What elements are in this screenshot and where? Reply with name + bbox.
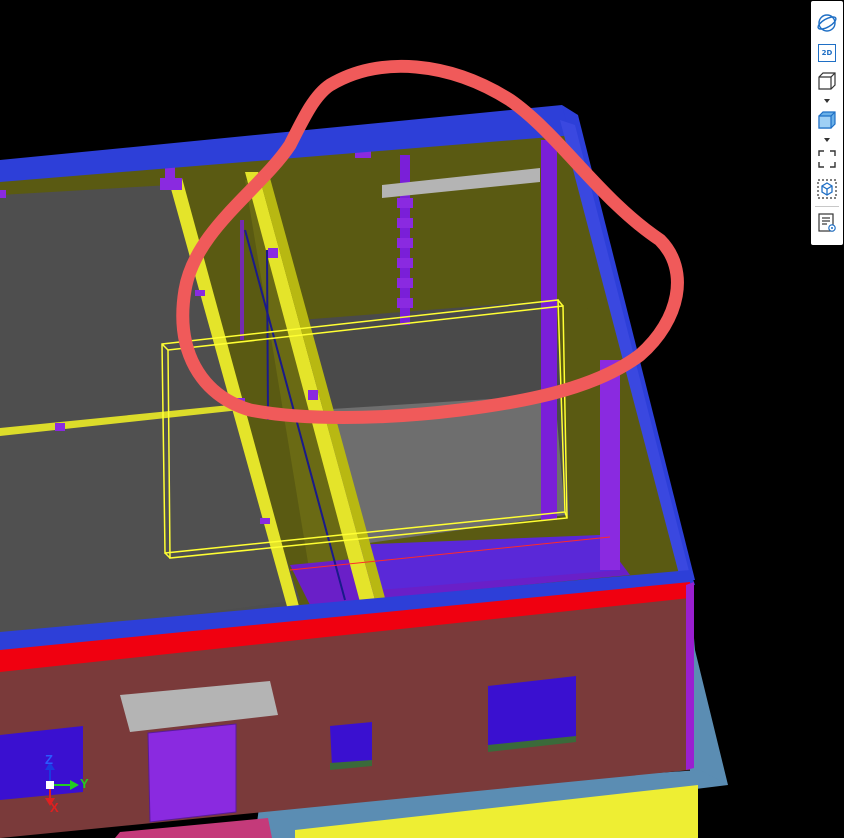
view-toolbar: 2D [811, 1, 843, 245]
door [147, 723, 237, 823]
properties-button[interactable] [815, 211, 839, 235]
chevron-down-icon [824, 138, 830, 142]
building-model-scene[interactable] [0, 0, 844, 838]
purple-column-thin [240, 220, 244, 340]
section-box-icon [817, 179, 837, 199]
facade-edge [686, 582, 694, 770]
view-2d-icon: 2D [818, 44, 836, 62]
window-mid [330, 722, 372, 766]
shaded-cube-icon [818, 111, 836, 129]
view-2d-label: 2D [821, 48, 833, 57]
axis-label-y: Y [80, 776, 89, 791]
fit-view-icon [818, 150, 836, 168]
wireframe-view-dropdown[interactable] [823, 98, 831, 104]
purple-column-right [541, 140, 557, 520]
purple-column-right-2 [600, 360, 620, 570]
wireframe-cube-icon [818, 72, 836, 90]
shaded-view-button[interactable] [815, 108, 839, 132]
section-box-button[interactable] [815, 177, 839, 201]
orbit-button[interactable] [815, 11, 839, 35]
properties-list-icon [818, 213, 836, 232]
axis-label-x: X [50, 800, 59, 815]
window-right [488, 676, 576, 747]
toolbar-divider [815, 206, 839, 207]
axis-label-z: Z [45, 752, 53, 767]
view-2d-button[interactable]: 2D [815, 41, 839, 65]
fit-view-button[interactable] [815, 147, 839, 171]
slab-edge-right [690, 590, 728, 785]
shaded-view-dropdown[interactable] [823, 137, 831, 143]
chevron-down-icon [824, 99, 830, 103]
orbit-icon [817, 14, 837, 32]
3d-viewport[interactable]: Z Y X 2D [0, 0, 844, 838]
navy-line-2 [266, 249, 269, 421]
wireframe-view-button[interactable] [815, 69, 839, 93]
